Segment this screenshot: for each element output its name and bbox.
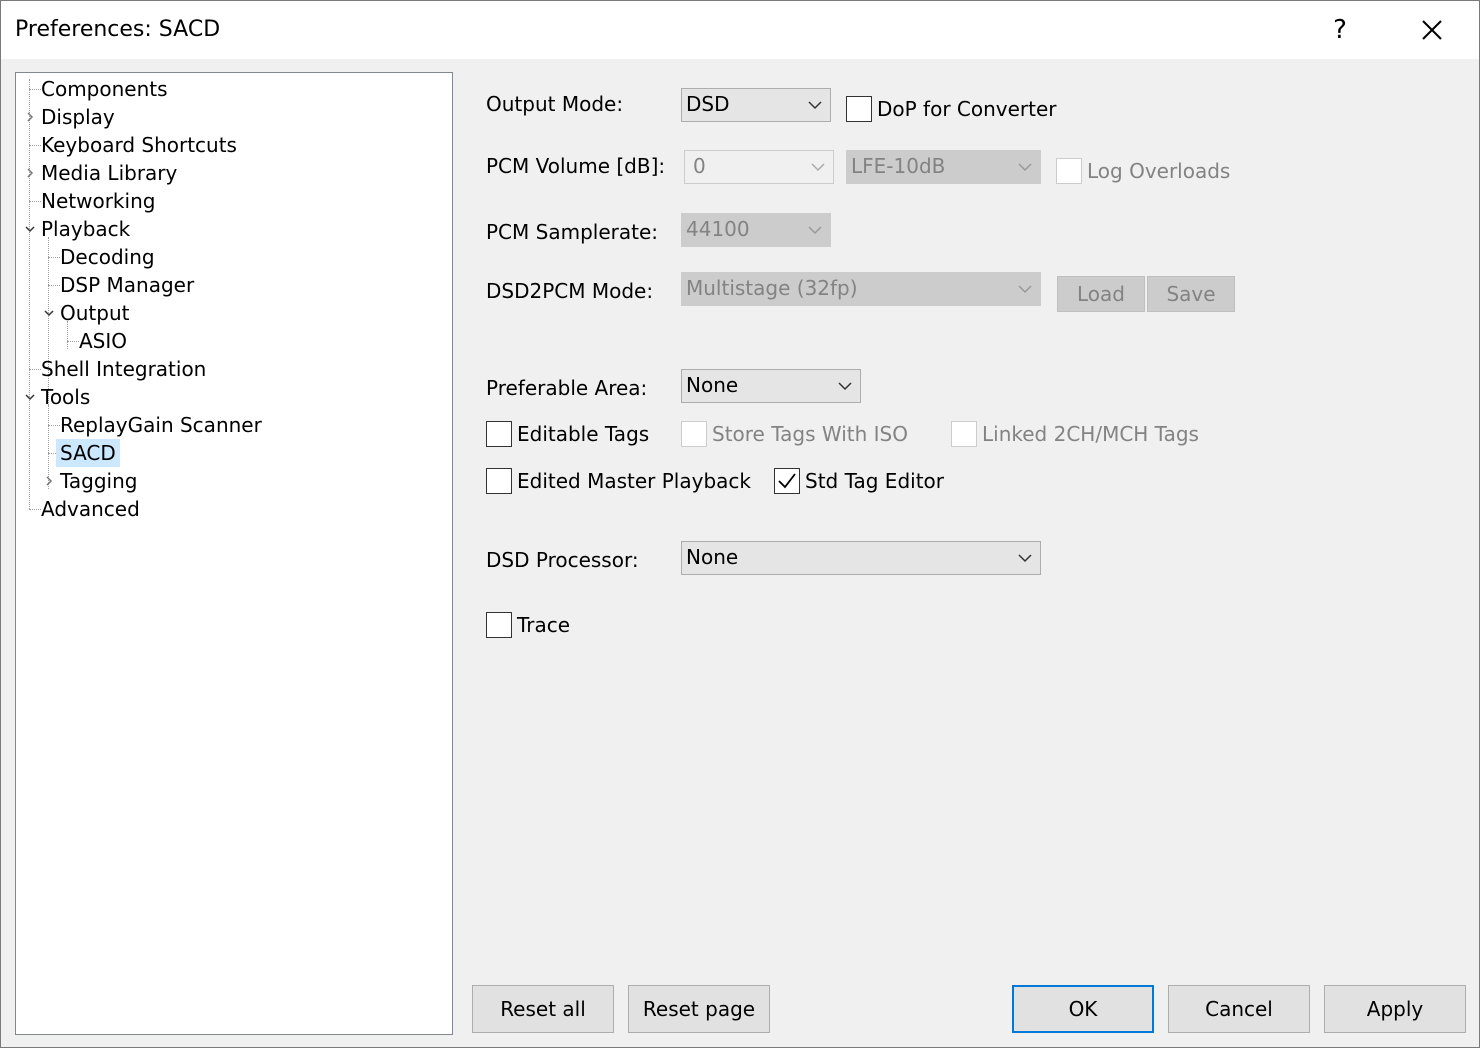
dsd-processor-label: DSD Processor: <box>486 548 639 572</box>
log-overloads-checkbox <box>1056 158 1082 184</box>
tree-item-components[interactable]: Components <box>39 75 170 103</box>
tree-item-asio[interactable]: ASIO <box>77 327 129 355</box>
window-title: Preferences: SACD <box>15 17 221 42</box>
chevron-down-icon[interactable] <box>42 306 56 320</box>
help-button[interactable]: ? <box>1317 7 1363 53</box>
pcm-volume-value: 0 <box>693 154 706 178</box>
chevron-right-icon[interactable] <box>23 110 37 124</box>
preferences-window: Preferences: SACD ? Components Display K… <box>0 0 1480 1048</box>
store-tags-with-iso-checkbox <box>681 421 707 447</box>
reset-page-button[interactable]: Reset page <box>628 985 770 1033</box>
pcm-samplerate-select: 44100 <box>681 213 831 247</box>
trace-checkbox[interactable] <box>486 612 512 638</box>
title-bar: Preferences: SACD ? <box>1 1 1479 59</box>
tree-item-playback[interactable]: Playback <box>39 215 132 243</box>
tree-item-display[interactable]: Display <box>39 103 117 131</box>
tree-item-dsp-manager[interactable]: DSP Manager <box>58 271 196 299</box>
std-tag-editor-checkbox[interactable] <box>774 468 800 494</box>
dop-label: DoP for Converter <box>877 97 1057 121</box>
dsd-processor-value: None <box>686 545 739 569</box>
tree-item-advanced[interactable]: Advanced <box>39 495 142 523</box>
preferable-area-label: Preferable Area: <box>486 376 648 400</box>
log-overloads-label: Log Overloads <box>1087 159 1231 183</box>
tree-item-sacd[interactable]: SACD <box>56 439 120 467</box>
edited-master-playback-label: Edited Master Playback <box>517 469 751 493</box>
save-button: Save <box>1147 276 1235 312</box>
dsd2pcm-mode-select: Multistage (32fp) <box>681 272 1041 306</box>
dsd2pcm-mode-value: Multistage (32fp) <box>686 276 858 300</box>
dsd2pcm-mode-label: DSD2PCM Mode: <box>486 279 654 303</box>
preferable-area-value: None <box>686 373 739 397</box>
dsd-processor-select[interactable]: None <box>681 541 1041 575</box>
output-mode-select[interactable]: DSD <box>681 88 831 122</box>
tree-item-tools[interactable]: Tools <box>39 383 92 411</box>
apply-button[interactable]: Apply <box>1324 985 1466 1033</box>
editable-tags-label: Editable Tags <box>517 422 650 446</box>
cancel-button[interactable]: Cancel <box>1168 985 1310 1033</box>
output-mode-value: DSD <box>686 92 730 116</box>
output-mode-label: Output Mode: <box>486 92 624 116</box>
store-tags-with-iso-label: Store Tags With ISO <box>712 422 908 446</box>
editable-tags-checkbox[interactable] <box>486 421 512 447</box>
tree-item-networking[interactable]: Networking <box>39 187 157 215</box>
load-button: Load <box>1057 276 1145 312</box>
pcm-volume-combo: 0 <box>684 150 834 184</box>
lfe-value: LFE-10dB <box>851 154 946 178</box>
preferences-tree[interactable]: Components Display Keyboard Shortcuts Me… <box>15 72 453 1035</box>
checkmark-icon <box>778 473 796 489</box>
std-tag-editor-label: Std Tag Editor <box>805 469 944 493</box>
edited-master-playback-checkbox[interactable] <box>486 468 512 494</box>
tree-item-output[interactable]: Output <box>58 299 131 327</box>
linked-tags-label: Linked 2CH/MCH Tags <box>982 422 1199 446</box>
tree-item-shell-integration[interactable]: Shell Integration <box>39 355 208 383</box>
reset-all-button[interactable]: Reset all <box>472 985 614 1033</box>
chevron-right-icon[interactable] <box>42 474 56 488</box>
trace-label: Trace <box>517 613 571 637</box>
dop-checkbox[interactable] <box>846 96 872 122</box>
chevron-down-icon <box>808 226 822 235</box>
tree-item-media-library[interactable]: Media Library <box>39 159 179 187</box>
chevron-down-icon <box>1018 163 1032 172</box>
tree-item-decoding[interactable]: Decoding <box>58 243 157 271</box>
close-icon <box>1422 20 1442 40</box>
tree-line <box>29 79 30 509</box>
close-button[interactable] <box>1409 7 1455 53</box>
tree-item-keyboard-shortcuts[interactable]: Keyboard Shortcuts <box>39 131 239 159</box>
pcm-samplerate-value: 44100 <box>686 217 750 241</box>
pcm-samplerate-label: PCM Samplerate: <box>486 220 658 244</box>
chevron-down-icon <box>1018 554 1032 563</box>
linked-tags-checkbox <box>951 421 977 447</box>
chevron-right-icon[interactable] <box>23 166 37 180</box>
chevron-down-icon <box>838 382 852 391</box>
chevron-down-icon[interactable] <box>23 390 37 404</box>
ok-button[interactable]: OK <box>1012 985 1154 1033</box>
lfe-select: LFE-10dB <box>846 150 1041 184</box>
chevron-down-icon <box>811 163 825 172</box>
pcm-volume-label: PCM Volume [dB]: <box>486 154 666 178</box>
chevron-down-icon <box>808 101 822 110</box>
tree-item-tagging[interactable]: Tagging <box>58 467 139 495</box>
preferable-area-select[interactable]: None <box>681 369 861 403</box>
chevron-down-icon[interactable] <box>23 222 37 236</box>
tree-item-replaygain-scanner[interactable]: ReplayGain Scanner <box>58 411 264 439</box>
chevron-down-icon <box>1018 285 1032 294</box>
